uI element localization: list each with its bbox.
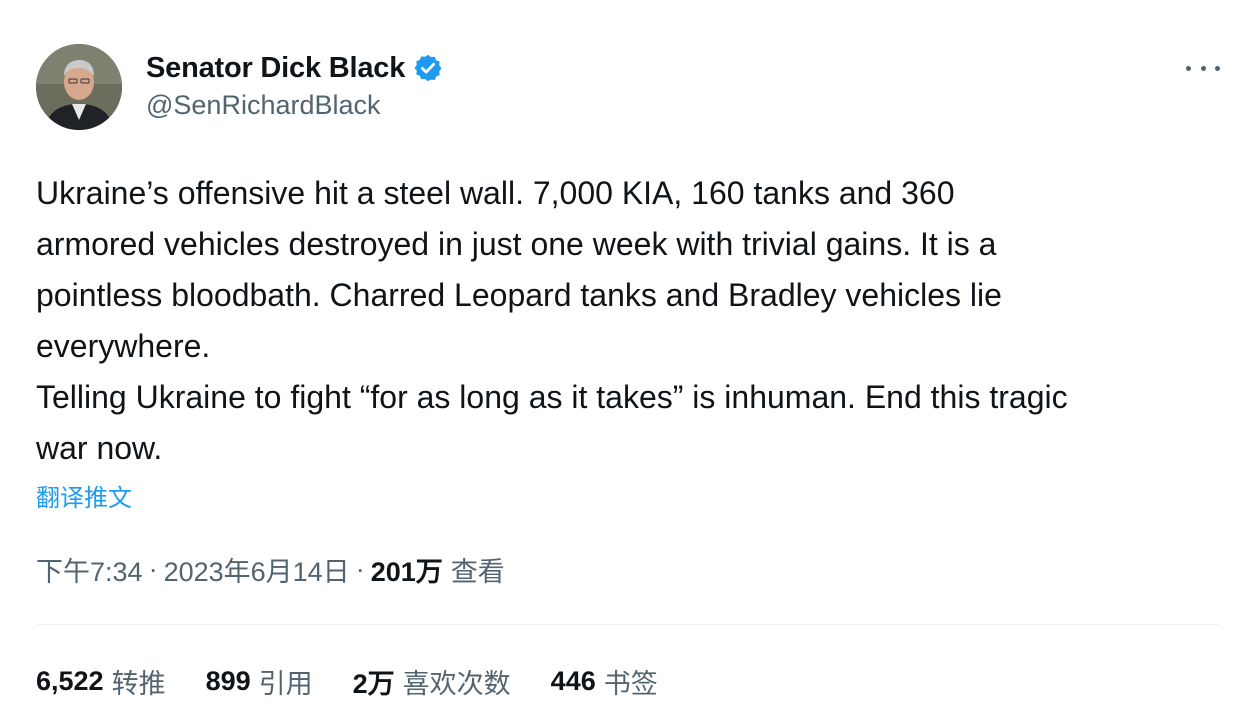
stat-label: 引用 [258, 669, 313, 699]
tweet-stats: 6,522 转推 899 引用 2万 喜欢次数 446 书签 [36, 662, 698, 701]
tweet-meta: 下午7:34 · 2023年6月14日 · 201万 查看 [36, 550, 505, 589]
views-label: 查看 [450, 557, 505, 587]
tweet-date[interactable]: 2023年6月14日 [164, 550, 350, 589]
stat-label: 书签 [603, 669, 658, 699]
more-horizontal-icon[interactable] [1186, 56, 1220, 80]
stat-likes[interactable]: 2万 喜欢次数 [353, 662, 511, 701]
avatar-image [36, 44, 122, 130]
views-count[interactable]: 201万 [371, 550, 443, 589]
author-handle[interactable]: @SenRichardBlack [146, 90, 381, 121]
tweet-text-line: everywhere. [36, 328, 211, 364]
meta-separator: · [148, 554, 158, 584]
tweet-text-line: Telling Ukraine to fight “for as long as… [36, 379, 1068, 415]
more-dot [1215, 65, 1220, 71]
tweet-text: Ukraine’s offensive hit a steel wall. 7,… [36, 168, 1236, 474]
author-name-row: Senator Dick Black [146, 50, 443, 86]
stat-count: 446 [550, 666, 596, 696]
stat-bookmarks[interactable]: 446 书签 [551, 662, 658, 701]
meta-separator: · [355, 554, 365, 584]
more-dot [1186, 65, 1191, 71]
tweet-text-line: pointless bloodbath. Charred Leopard tan… [36, 277, 1002, 313]
stat-retweets[interactable]: 6,522 转推 [36, 662, 166, 701]
stat-count: 2万 [352, 669, 395, 699]
verified-badge-icon[interactable] [413, 53, 443, 83]
more-dot [1200, 65, 1206, 71]
tweet-text-line: war now. [36, 430, 163, 466]
stat-label: 转推 [111, 669, 166, 699]
translate-tweet-link[interactable]: 翻译推文 [36, 478, 132, 513]
divider [36, 624, 1220, 625]
stat-quotes[interactable]: 899 引用 [206, 662, 313, 701]
stat-count: 6,522 [36, 666, 104, 696]
tweet-time[interactable]: 下午7:34 [36, 550, 143, 589]
tweet-text-line: Ukraine’s offensive hit a steel wall. 7,… [36, 175, 955, 211]
author-display-name[interactable]: Senator Dick Black [146, 52, 405, 85]
tweet-text-line: armored vehicles destroyed in just one w… [36, 226, 997, 262]
stat-count: 899 [205, 666, 251, 696]
avatar[interactable] [36, 44, 122, 130]
stat-label: 喜欢次数 [402, 669, 511, 699]
